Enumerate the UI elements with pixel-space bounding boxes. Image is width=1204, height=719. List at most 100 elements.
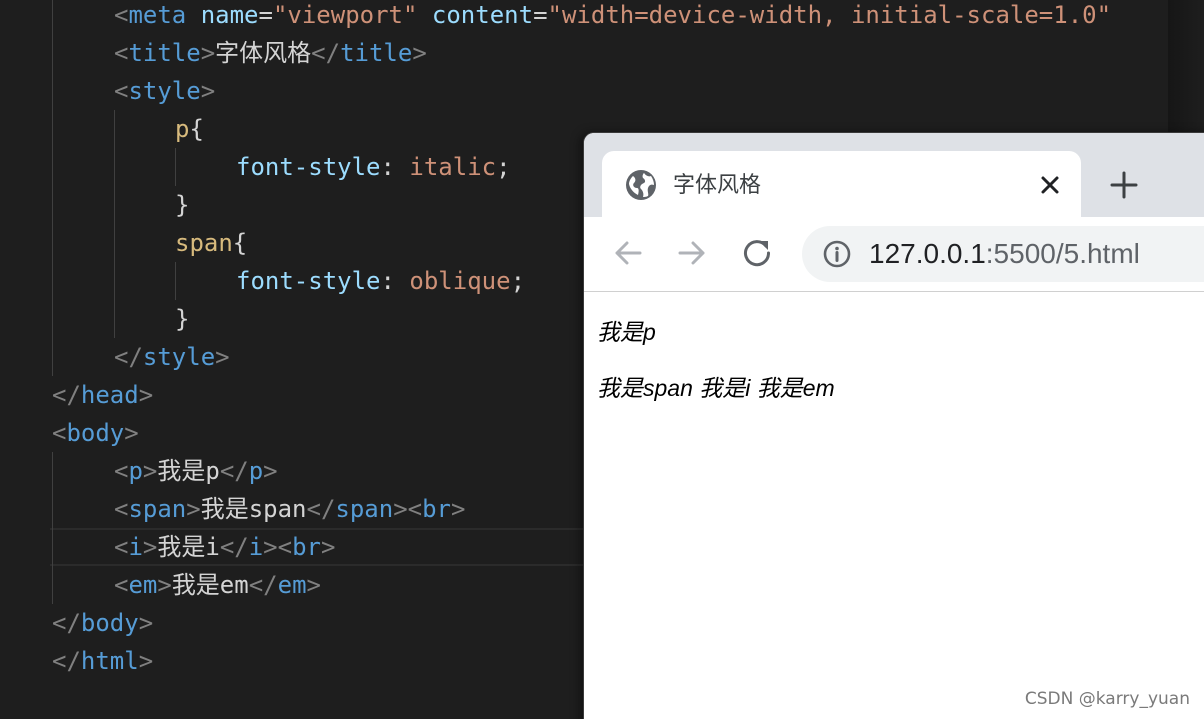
code-token: >	[142, 457, 158, 485]
code-token: name	[200, 1, 259, 29]
code-token: html	[80, 647, 139, 675]
code-token: >	[451, 495, 466, 523]
indent-guide	[52, 452, 53, 604]
rendered-inline-line: 我是span 我是i 我是em	[597, 375, 835, 401]
code-token: p	[248, 457, 264, 485]
code-token: >	[138, 381, 154, 409]
code-line: </body>	[52, 604, 153, 642]
code-token: </	[311, 39, 341, 67]
url-path: :5500/5.html	[985, 238, 1140, 269]
code-token: {	[189, 115, 204, 143]
code-token: </	[52, 381, 81, 409]
code-token: <	[114, 39, 129, 67]
code-token: <	[52, 419, 67, 447]
code-token: }	[175, 305, 190, 333]
code-line: <span>我是span</span><br>	[114, 490, 465, 528]
watermark: CSDN @karry_yuan	[1024, 689, 1190, 709]
rendered-paragraph: 我是p	[597, 319, 656, 345]
code-token: >	[306, 571, 321, 599]
code-token: >	[200, 39, 216, 67]
code-token: >	[263, 533, 278, 561]
url-text: 127.0.0.1:5500/5.html	[869, 226, 1140, 282]
code-token: span	[128, 495, 187, 523]
code-line: <style>	[114, 72, 215, 110]
code-line: <title>字体风格</title>	[114, 34, 427, 72]
code-line: font-style: italic;	[236, 148, 511, 186]
code-token: "viewport"	[272, 1, 418, 29]
code-token: content	[431, 1, 534, 29]
code-line: p{	[175, 110, 204, 148]
code-token: head	[80, 381, 139, 409]
code-token: </	[52, 609, 81, 637]
code-line: <p>我是p</p>	[114, 452, 278, 490]
code-token: span	[335, 495, 394, 523]
code-token: <	[114, 1, 129, 29]
code-token: }	[175, 191, 190, 219]
code-line: <i>我是i</i><br>	[114, 528, 335, 566]
code-token: 我是p	[157, 457, 220, 485]
tab-strip: 字体风格	[584, 133, 1204, 223]
info-icon[interactable]	[822, 239, 852, 269]
code-token: <	[114, 457, 129, 485]
code-token: span	[175, 229, 233, 257]
code-token: >	[138, 609, 154, 637]
code-token: >	[263, 457, 278, 485]
code-token: <	[114, 533, 129, 561]
code-token: ;	[510, 267, 526, 295]
code-token: >	[412, 39, 427, 67]
code-token: font-style	[236, 267, 381, 295]
address-bar[interactable]: 127.0.0.1:5500/5.html	[802, 226, 1204, 282]
code-token: em	[128, 571, 158, 599]
code-token: p	[128, 457, 143, 485]
browser-tab[interactable]: 字体风格	[602, 151, 1081, 223]
code-token: <	[277, 533, 293, 561]
code-token: </	[114, 343, 143, 371]
code-token: body	[80, 609, 139, 637]
arrow-right-icon[interactable]	[673, 234, 711, 272]
code-token: <	[407, 495, 423, 523]
reload-icon[interactable]	[738, 234, 776, 272]
code-token: </	[219, 457, 249, 485]
code-token: <	[114, 495, 129, 523]
arrow-left-icon[interactable]	[609, 234, 647, 272]
code-line: <meta name="viewport" content="width=dev…	[114, 0, 1111, 34]
code-line: <body>	[52, 414, 139, 452]
code-token: 字体风格	[215, 39, 312, 67]
code-token: <	[114, 571, 129, 599]
code-line: </head>	[52, 376, 153, 414]
code-token: :	[380, 267, 410, 295]
code-token: >	[320, 533, 336, 561]
plus-icon[interactable]	[1106, 167, 1142, 203]
code-token: :	[380, 153, 410, 181]
code-token: </	[219, 533, 249, 561]
code-line: </html>	[52, 642, 153, 680]
code-token: 我是em	[171, 571, 249, 599]
close-icon[interactable]	[1034, 169, 1066, 201]
globe-icon	[624, 168, 658, 202]
code-token: >	[124, 419, 139, 447]
code-line: </style>	[114, 338, 230, 376]
code-token: >	[393, 495, 408, 523]
code-line: span{	[175, 224, 247, 262]
code-line: }	[175, 186, 189, 224]
code-token: =	[258, 1, 273, 29]
code-token: title	[340, 39, 413, 67]
url-host: 127.0.0.1	[869, 238, 986, 269]
browser-toolbar: 127.0.0.1:5500/5.html	[584, 217, 1204, 292]
code-token: </	[52, 647, 81, 675]
code-token: em	[277, 571, 307, 599]
code-token: >	[142, 533, 158, 561]
code-line: font-style: oblique;	[236, 262, 525, 300]
code-token: title	[128, 39, 201, 67]
code-line: }	[175, 300, 189, 338]
code-token: font-style	[236, 153, 381, 181]
code-token: {	[232, 229, 248, 257]
code-token: </	[248, 571, 278, 599]
code-token: >	[138, 647, 154, 675]
code-token: meta	[128, 1, 187, 29]
code-token: br	[422, 495, 452, 523]
code-token: >	[157, 571, 172, 599]
code-token: italic	[409, 153, 497, 181]
code-token: oblique	[409, 267, 511, 295]
code-token: body	[66, 419, 125, 447]
